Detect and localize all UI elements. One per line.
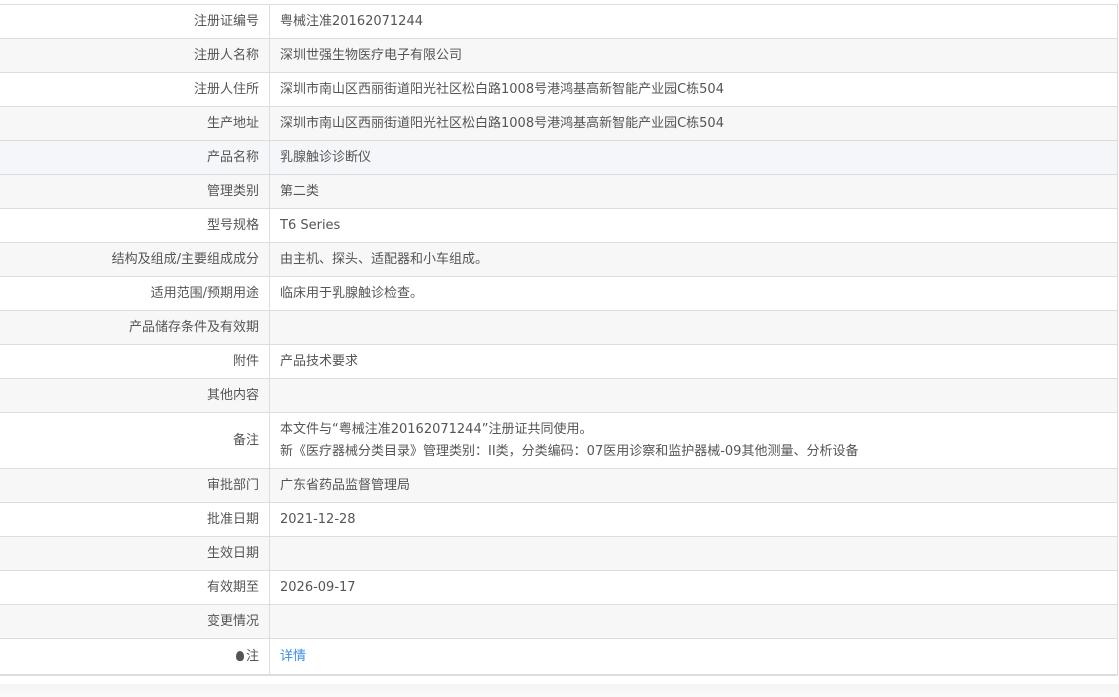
field-label-text: 备注: [232, 432, 259, 448]
field-label-text: 附件: [232, 353, 259, 369]
field-label-text: 产品储存条件及有效期: [128, 319, 259, 335]
field-label: 结构及组成/主要组成成分: [0, 242, 270, 277]
field-label-text: 审批部门: [206, 477, 259, 493]
details-link[interactable]: 详情: [280, 649, 306, 664]
field-label: 产品名称: [0, 140, 270, 175]
table-row: 批准日期 2021-12-28: [0, 502, 1117, 537]
field-value: 第二类: [269, 174, 1117, 209]
table-row: 产品储存条件及有效期: [0, 310, 1117, 345]
field-value: 深圳世强生物医疗电子有限公司: [269, 38, 1117, 73]
field-value: T6 Series: [269, 208, 1117, 243]
field-value: 深圳市南山区西丽街道阳光社区松白路1008号港鸿基高新智能产业园C栋504: [269, 106, 1117, 141]
field-label: 审批部门: [0, 468, 270, 503]
table-row: 注册证编号 粤械注准20162071244: [0, 4, 1117, 39]
field-value-text: 产品技术要求: [280, 353, 359, 369]
field-value: 由主机、探头、适配器和小车组成。: [269, 242, 1117, 277]
field-value-text: 新《医疗器械分类目录》管理类别：II类，分类编码：07医用诊察和监护器械-09其…: [280, 443, 859, 459]
field-label: 附件: [0, 344, 270, 379]
table-row: 有效期至 2026-09-17: [0, 570, 1117, 605]
field-value-text: 本文件与“粤械注准20162071244”注册证共同使用。: [280, 421, 593, 437]
field-value-text: 由主机、探头、适配器和小车组成。: [280, 251, 489, 267]
table-row: 管理类别 第二类: [0, 174, 1117, 209]
field-label-text: 管理类别: [206, 183, 259, 199]
table-row: 附件 产品技术要求: [0, 344, 1117, 379]
field-value: 深圳市南山区西丽街道阳光社区松白路1008号港鸿基高新智能产业园C栋504: [269, 72, 1117, 107]
lightbulb-icon: [235, 650, 244, 661]
field-value-text: 深圳市南山区西丽街道阳光社区松白路1008号港鸿基高新智能产业园C栋504: [280, 115, 724, 131]
table-row: 审批部门 广东省药品监督管理局: [0, 468, 1117, 503]
table-row: 注册人住所 深圳市南山区西丽街道阳光社区松白路1008号港鸿基高新智能产业园C栋5…: [0, 72, 1117, 107]
table-row: 适用范围/预期用途 临床用于乳腺触诊检查。: [0, 276, 1117, 311]
field-label-text: 变更情况: [206, 613, 259, 629]
field-label: 型号规格: [0, 208, 270, 243]
field-label: 备注: [0, 412, 270, 469]
field-value-text: 2021-12-28: [280, 511, 356, 527]
page-bottom-shadow: [0, 684, 1119, 697]
field-label: 其他内容: [0, 378, 270, 413]
field-label: 适用范围/预期用途: [0, 276, 270, 311]
field-value: 产品技术要求: [269, 344, 1117, 379]
field-label: 变更情况: [0, 604, 270, 639]
field-label-text: 生产地址: [206, 115, 259, 131]
field-value-text: 2026-09-17: [280, 579, 356, 595]
field-value-text: T6 Series: [280, 217, 341, 233]
field-value-text: 乳腺触诊诊断仪: [280, 149, 372, 165]
field-value-text: 深圳世强生物医疗电子有限公司: [280, 47, 463, 63]
field-value-text: 深圳市南山区西丽街道阳光社区松白路1008号港鸿基高新智能产业园C栋504: [280, 81, 724, 97]
field-label: 注: [0, 638, 270, 676]
field-label: 注册人住所: [0, 72, 270, 107]
field-value: [269, 536, 1117, 571]
field-label-text: 产品名称: [206, 149, 259, 165]
field-label-text: 注册人名称: [193, 47, 259, 63]
field-label-text: 生效日期: [206, 545, 259, 561]
field-value-text: 临床用于乳腺触诊检查。: [280, 285, 424, 301]
field-label: 产品储存条件及有效期: [0, 310, 270, 345]
table-row: 生效日期: [0, 536, 1117, 571]
registration-detail-table: 注册证编号 粤械注准20162071244 注册人名称 深圳世强生物医疗电子有限公司注…: [0, 4, 1118, 676]
field-label-text: 有效期至: [206, 579, 259, 595]
field-value: [269, 310, 1117, 345]
field-label: 有效期至: [0, 570, 270, 605]
table-row: 结构及组成/主要组成成分 由主机、探头、适配器和小车组成。: [0, 242, 1117, 277]
field-label-text: 型号规格: [206, 217, 259, 233]
field-label-text: 适用范围/预期用途: [150, 285, 259, 301]
field-value: 2026-09-17: [269, 570, 1117, 605]
table-row: 其他内容: [0, 378, 1117, 413]
field-label-text: 批准日期: [206, 511, 259, 527]
field-label: 生产地址: [0, 106, 270, 141]
table-row: 注 详情: [0, 638, 1117, 676]
field-value: 广东省药品监督管理局: [269, 468, 1117, 503]
field-label: 管理类别: [0, 174, 270, 209]
table-row: 变更情况: [0, 604, 1117, 639]
field-value: 乳腺触诊诊断仪: [269, 140, 1117, 175]
field-label: 生效日期: [0, 536, 270, 571]
field-value-text: 广东省药品监督管理局: [280, 477, 411, 493]
field-label-text: 注册证编号: [193, 13, 259, 29]
field-label: 批准日期: [0, 502, 270, 537]
field-value: 详情: [269, 638, 1117, 676]
field-label: 注册人名称: [0, 38, 270, 73]
field-value: 粤械注准20162071244: [269, 4, 1117, 39]
table-row: 注册人名称 深圳世强生物医疗电子有限公司: [0, 38, 1117, 73]
table-row: 产品名称 乳腺触诊诊断仪: [0, 140, 1117, 175]
table-row: 备注 本文件与“粤械注准20162071244”注册证共同使用。 新《医疗器械分类目…: [0, 412, 1117, 469]
field-label: 注册证编号: [0, 4, 270, 39]
field-label-text: 结构及组成/主要组成成分: [111, 251, 259, 267]
field-label-text: 注册人住所: [193, 81, 259, 97]
field-label-text: 注: [245, 648, 259, 664]
table-row: 型号规格 T6 Series: [0, 208, 1117, 243]
field-value: 本文件与“粤械注准20162071244”注册证共同使用。新《医疗器械分类目录》…: [269, 412, 1117, 469]
table-row: 生产地址 深圳市南山区西丽街道阳光社区松白路1008号港鸿基高新智能产业园C栋50…: [0, 106, 1117, 141]
field-value: 2021-12-28: [269, 502, 1117, 537]
field-value: [269, 604, 1117, 639]
field-value: [269, 378, 1117, 413]
field-value-text: 粤械注准20162071244: [280, 13, 423, 29]
field-label-text: 其他内容: [206, 387, 259, 403]
field-value: 临床用于乳腺触诊检查。: [269, 276, 1117, 311]
field-value-text: 第二类: [280, 183, 320, 199]
